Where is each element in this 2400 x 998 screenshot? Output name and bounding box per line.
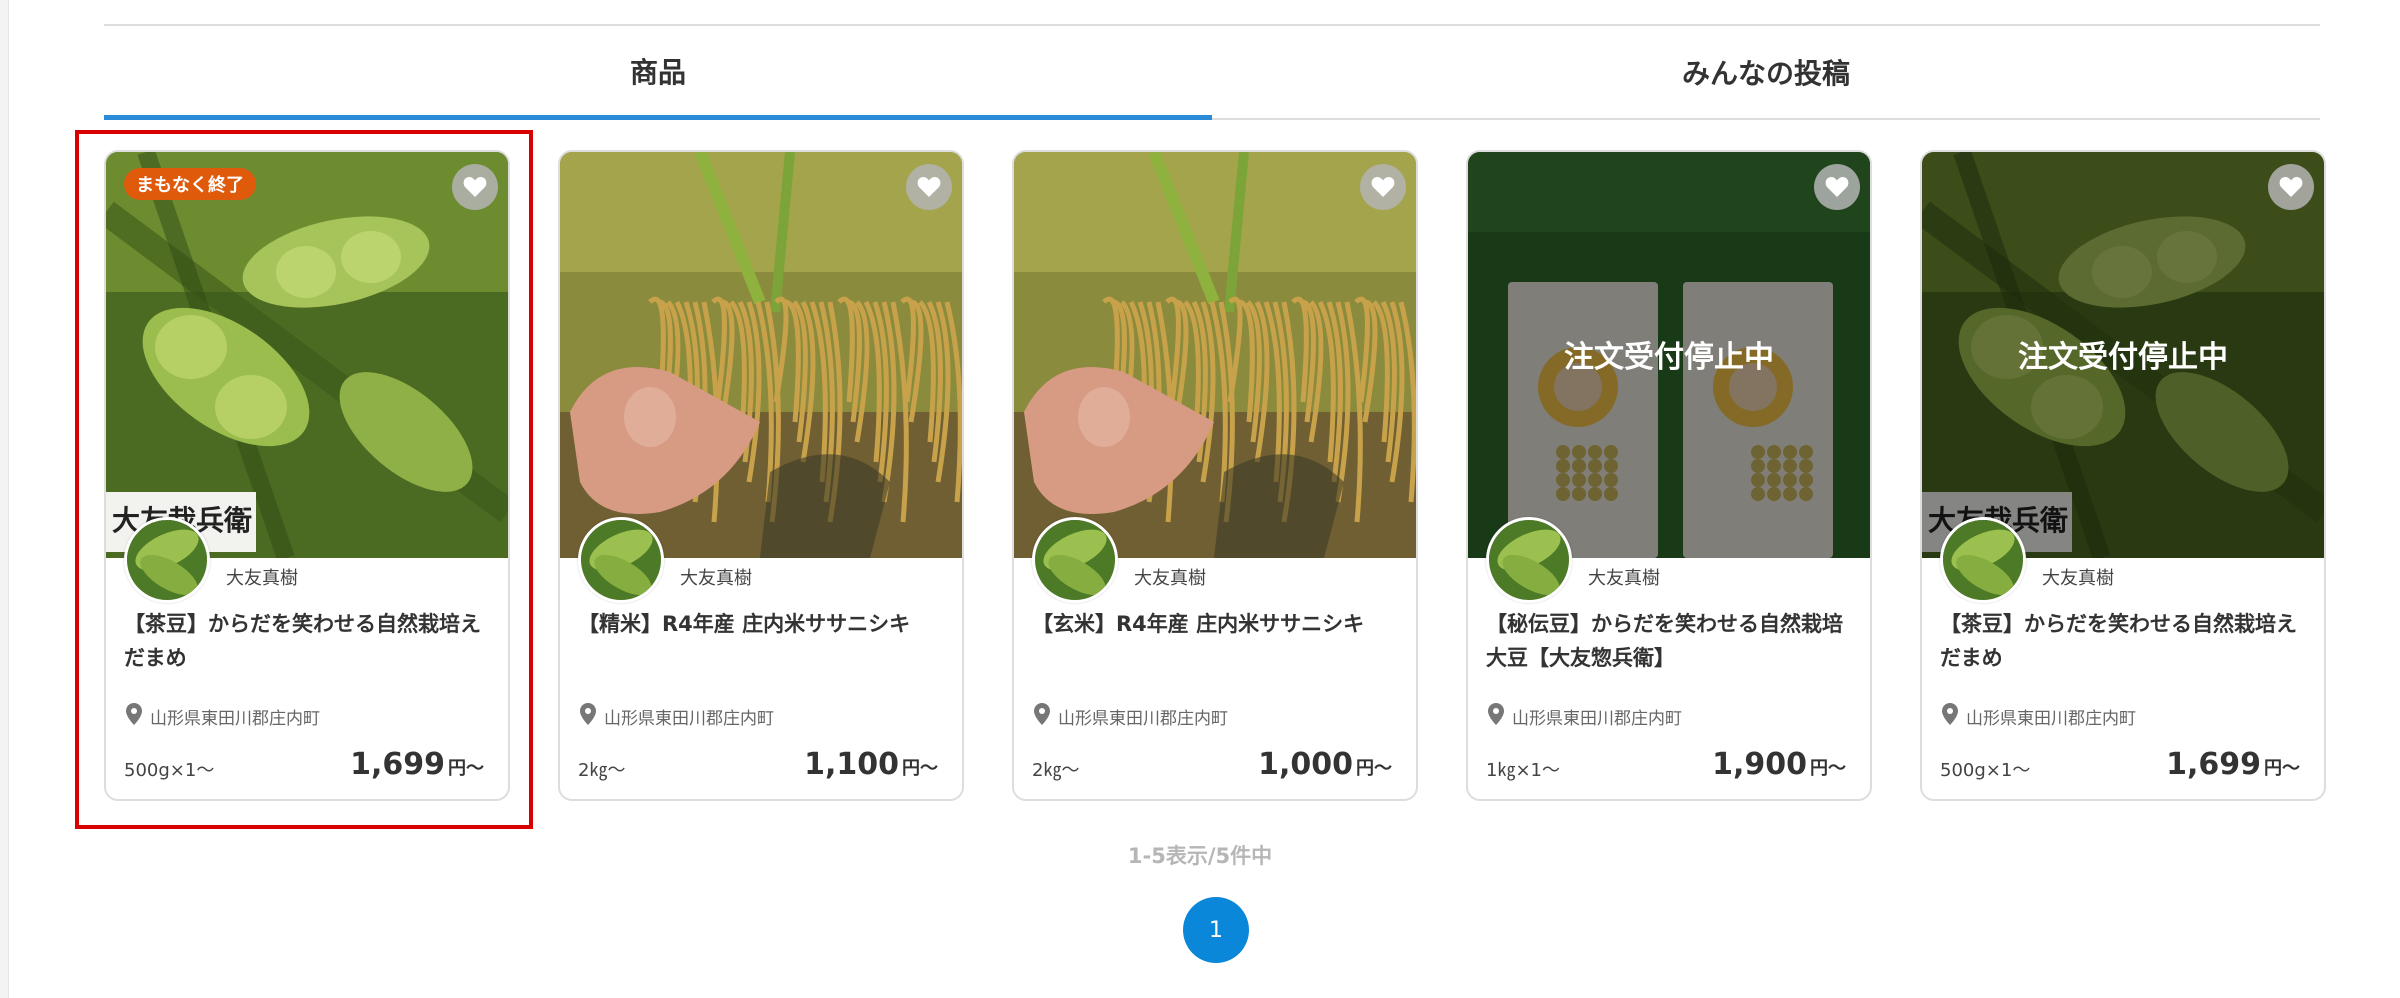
product-photo[interactable]: 大友栽兵衛 まもなく終了 xyxy=(106,152,508,558)
tab-products[interactable]: 商品 xyxy=(104,26,1212,120)
edamame-photo: 大友栽兵衛 xyxy=(106,152,508,558)
location-text: 山形県東田川郡庄内町 xyxy=(150,709,320,729)
ending-soon-badge: まもなく終了 xyxy=(124,168,256,200)
favorite-heart-icon[interactable] xyxy=(452,164,498,210)
product-price: 1,000 円～ xyxy=(1258,747,1392,782)
location-text: 山形県東田川郡庄内町 xyxy=(1966,709,2136,729)
price-suffix: 円～ xyxy=(448,758,484,779)
product-title[interactable]: 【茶豆】からだを笑わせる自然栽培えだまめ xyxy=(1940,607,2310,675)
page-1-button[interactable]: 1 xyxy=(1183,897,1249,963)
price-suffix: 円～ xyxy=(2264,758,2300,779)
seller-avatar[interactable] xyxy=(1032,517,1118,603)
rice-photo xyxy=(560,152,962,558)
product-card[interactable]: 注文受付停止中 大友真樹 【秘伝豆】からだを笑わせる自然栽培大豆【大友惣兵衛】 … xyxy=(1466,150,1872,801)
favorite-heart-icon[interactable] xyxy=(906,164,952,210)
product-price: 1,900 円～ xyxy=(1712,747,1846,782)
price-value: 1,000 xyxy=(1258,747,1353,782)
location-pin-icon xyxy=(1942,703,1958,730)
seller-avatar[interactable] xyxy=(1940,517,2026,603)
seller-name[interactable]: 大友真樹 xyxy=(1588,564,1660,590)
seller-name[interactable]: 大友真樹 xyxy=(680,564,752,590)
product-title[interactable]: 【玄米】R4年産 庄内米ササニシキ xyxy=(1032,607,1402,641)
result-count: 1-5表示/5件中 xyxy=(1127,844,1273,868)
price-value: 1,900 xyxy=(1712,747,1807,782)
product-spec: 1㎏×1～ xyxy=(1486,760,1560,781)
product-spec: 500g×1～ xyxy=(1940,760,2031,781)
location-pin-icon xyxy=(126,703,142,730)
price-value: 1,100 xyxy=(804,747,899,782)
location-pin-icon xyxy=(1034,703,1050,730)
price-suffix: 円～ xyxy=(1810,758,1846,779)
location-text: 山形県東田川郡庄内町 xyxy=(1512,709,1682,729)
favorite-heart-icon[interactable] xyxy=(1814,164,1860,210)
product-location: 山形県東田川郡庄内町 xyxy=(1488,703,1682,730)
product-title[interactable]: 【精米】R4年産 庄内米ササニシキ xyxy=(578,607,948,641)
location-pin-icon xyxy=(580,703,596,730)
product-location: 山形県東田川郡庄内町 xyxy=(1942,703,2136,730)
seller-name[interactable]: 大友真樹 xyxy=(1134,564,1206,590)
favorite-heart-icon[interactable] xyxy=(1360,164,1406,210)
product-card[interactable]: 大友真樹 【精米】R4年産 庄内米ササニシキ 山形県東田川郡庄内町 2㎏～ 1,… xyxy=(558,150,964,801)
tab-bar: 商品 みんなの投稿 xyxy=(104,26,2320,120)
product-photo[interactable] xyxy=(1014,152,1416,558)
tab-community-posts[interactable]: みんなの投稿 xyxy=(1212,26,2320,118)
product-photo[interactable] xyxy=(560,152,962,558)
order-stopped-label: 注文受付停止中 xyxy=(2018,340,2228,375)
location-text: 山形県東田川郡庄内町 xyxy=(1058,709,1228,729)
product-card[interactable]: 大友栽兵衛 注文受付停止中 大友真樹 【茶豆】からだを笑わせる自然栽培えだまめ … xyxy=(1920,150,2326,801)
product-price: 1,699 円～ xyxy=(2166,747,2300,782)
product-location: 山形県東田川郡庄内町 xyxy=(126,703,320,730)
location-text: 山形県東田川郡庄内町 xyxy=(604,709,774,729)
product-location: 山形県東田川郡庄内町 xyxy=(580,703,774,730)
favorite-heart-icon[interactable] xyxy=(2268,164,2314,210)
seller-name[interactable]: 大友真樹 xyxy=(226,564,298,590)
seller-name[interactable]: 大友真樹 xyxy=(2042,564,2114,590)
price-suffix: 円～ xyxy=(1356,758,1392,779)
seller-avatar[interactable] xyxy=(1486,517,1572,603)
seller-avatar[interactable] xyxy=(124,517,210,603)
product-photo[interactable]: 注文受付停止中 xyxy=(1468,152,1870,558)
product-card[interactable]: 大友真樹 【玄米】R4年産 庄内米ササニシキ 山形県東田川郡庄内町 2㎏～ 1,… xyxy=(1012,150,1418,801)
price-value: 1,699 xyxy=(350,747,445,782)
location-pin-icon xyxy=(1488,703,1504,730)
price-value: 1,699 xyxy=(2166,747,2261,782)
product-photo[interactable]: 大友栽兵衛 注文受付停止中 xyxy=(1922,152,2324,558)
product-card[interactable]: 大友栽兵衛 まもなく終了 大友真樹 【茶豆】からだを笑わせる自然栽培えだまめ 山… xyxy=(104,150,510,801)
product-title[interactable]: 【茶豆】からだを笑わせる自然栽培えだまめ xyxy=(124,607,494,675)
product-title[interactable]: 【秘伝豆】からだを笑わせる自然栽培大豆【大友惣兵衛】 xyxy=(1486,607,1856,675)
product-price: 1,699 円～ xyxy=(350,747,484,782)
price-suffix: 円～ xyxy=(902,758,938,779)
product-price: 1,100 円～ xyxy=(804,747,938,782)
product-spec: 500g×1～ xyxy=(124,760,215,781)
rice-photo xyxy=(1014,152,1416,558)
product-spec: 2㎏～ xyxy=(1032,760,1080,781)
order-stopped-label: 注文受付停止中 xyxy=(1564,340,1774,375)
seller-avatar[interactable] xyxy=(578,517,664,603)
product-spec: 2㎏～ xyxy=(578,760,626,781)
product-location: 山形県東田川郡庄内町 xyxy=(1034,703,1228,730)
